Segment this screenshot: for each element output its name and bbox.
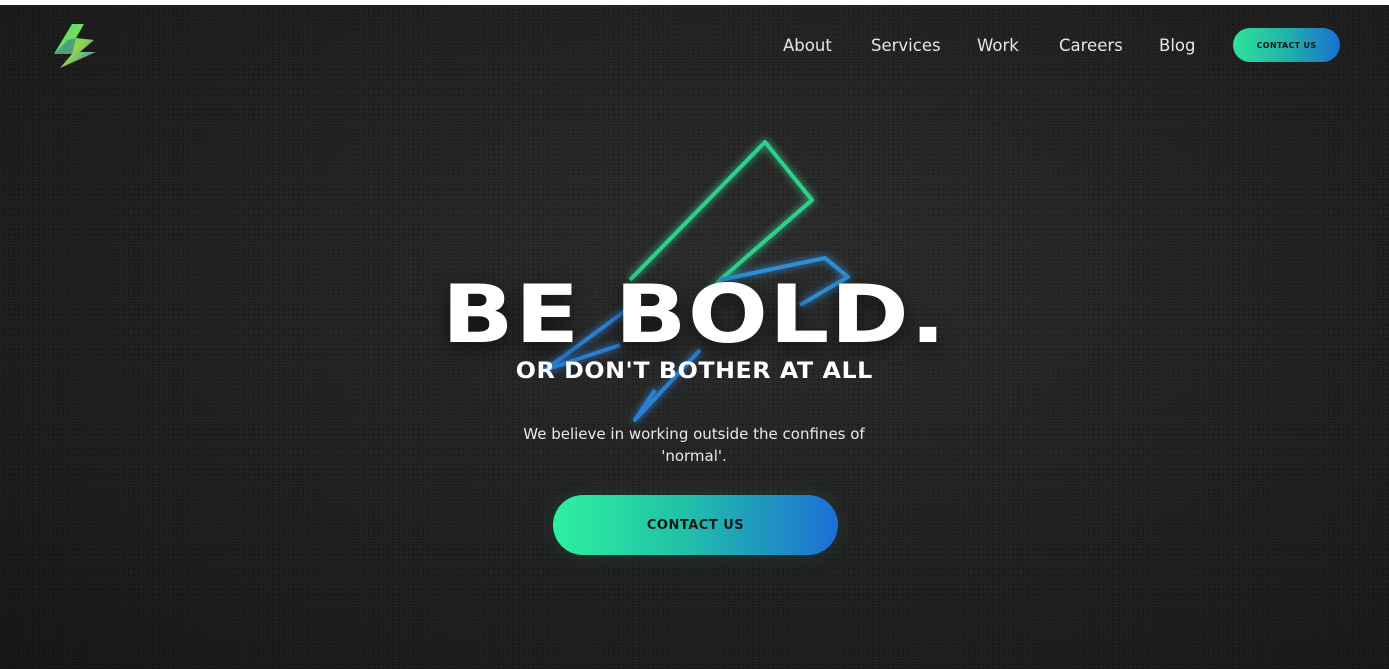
nav-blog[interactable]: Blog: [1159, 31, 1195, 61]
header-contact-button[interactable]: CONTACT US: [1233, 28, 1340, 62]
nav-about[interactable]: About: [783, 31, 832, 61]
hero-page: About Services Work Careers Blog CONTACT…: [0, 5, 1389, 669]
contact-us-button[interactable]: CONTACT US: [553, 495, 838, 555]
nav-services[interactable]: Services: [871, 31, 941, 61]
hero-headline: BE BOLD.: [441, 268, 948, 361]
hero-tagline: We believe in working outside the confin…: [523, 425, 865, 465]
lightning-bolt-icon[interactable]: [50, 22, 104, 70]
hero-subheadline: OR DON'T BOTHER AT ALL: [515, 359, 873, 384]
nav-careers[interactable]: Careers: [1059, 31, 1123, 61]
nav-work[interactable]: Work: [977, 31, 1019, 61]
